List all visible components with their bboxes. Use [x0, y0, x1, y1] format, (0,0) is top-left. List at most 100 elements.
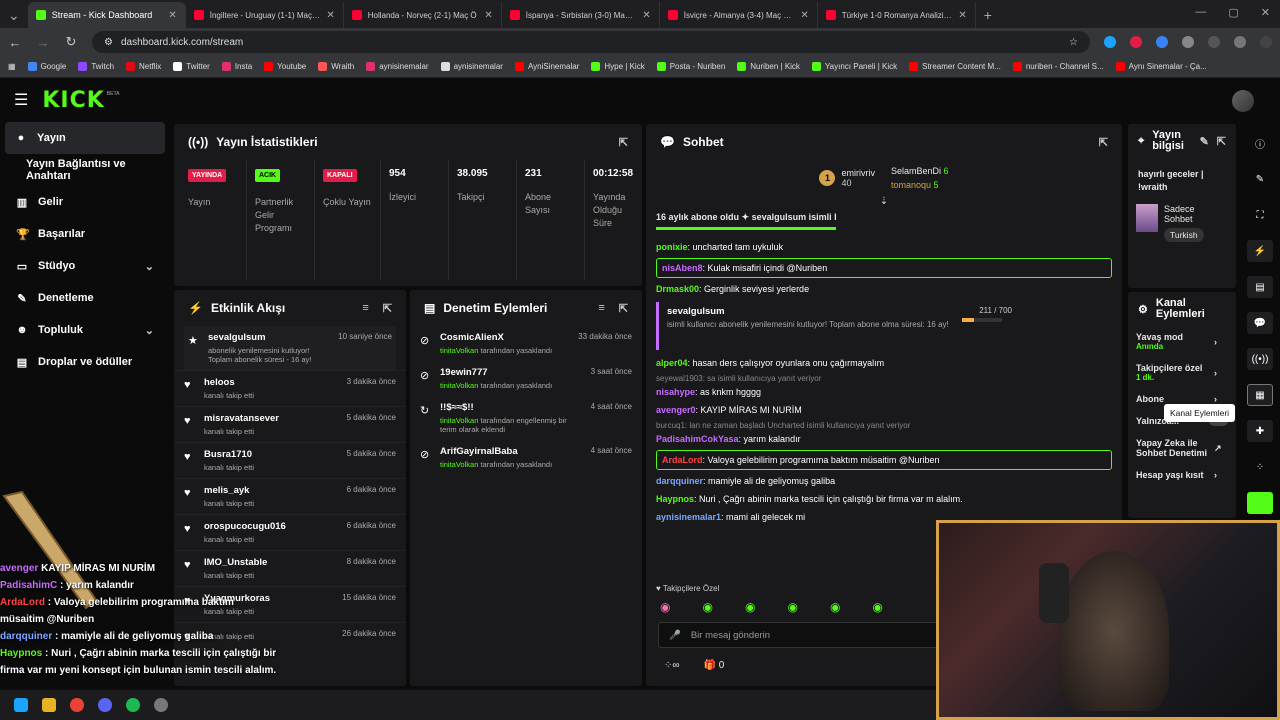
new-tab-button[interactable]: +	[976, 2, 1000, 28]
bookmark-item[interactable]: Twitch	[78, 62, 114, 71]
browser-tab[interactable]: Stream - Kick Dashboard ✕	[27, 2, 186, 28]
emote-icon[interactable]: ◉	[872, 600, 882, 614]
bookmark-item[interactable]: aynisinemalar	[366, 62, 429, 71]
gift-counter[interactable]: 🎁 0	[704, 660, 725, 671]
apps-icon[interactable]: ▦	[8, 62, 16, 71]
obs-icon[interactable]	[154, 698, 168, 712]
chevron-right-icon[interactable]: ›	[1214, 337, 1217, 347]
chevron-down-icon[interactable]: ⌄	[145, 260, 154, 273]
emote-icon[interactable]: ◉	[660, 600, 670, 614]
list-item[interactable]: ♥ melis_ayk kanalı takip etti 6 dakika önce	[174, 478, 406, 514]
bookmark-item[interactable]: Hype | Kick	[591, 62, 645, 71]
minimize-icon[interactable]: —	[1195, 6, 1206, 19]
filter-icon[interactable]: ≡	[362, 302, 368, 315]
expand-chevron-icon[interactable]: ⇣	[646, 196, 1122, 208]
chat-message[interactable]: Drmask00: Gerginlik seviyesi yerlerde	[646, 280, 1122, 298]
top-gifter-third[interactable]: tomanoqu 5	[891, 178, 949, 192]
chat-username[interactable]: nisahype	[656, 387, 695, 397]
chevron-right-icon[interactable]: ›	[1214, 394, 1217, 404]
bookmark-item[interactable]: Yayıncı Paneli | Kick	[811, 62, 897, 71]
channel-action-item[interactable]: Yavaş mod Anında ›	[1136, 326, 1228, 357]
channel-action-item[interactable]: Hesap yaşı kısıt ›	[1136, 464, 1228, 486]
kick-logo[interactable]: KICK	[42, 88, 104, 113]
close-tab-icon[interactable]: ✕	[484, 10, 492, 21]
profile-icon[interactable]	[1234, 36, 1246, 48]
popout-icon[interactable]: ⇱	[383, 302, 392, 315]
browser-tab[interactable]: Türkiye 1-0 Romanya Analizi - Y ✕	[818, 2, 976, 28]
bookmark-item[interactable]: nuriben - Channel S...	[1012, 62, 1104, 71]
bookmark-item[interactable]: Wraith	[318, 62, 354, 71]
close-tab-icon[interactable]: ✕	[326, 10, 334, 21]
filter-icon[interactable]: ≡	[598, 302, 604, 315]
list-item[interactable]: ⊘ CosmicAlienX tinitaVolkan tarafından yas…	[410, 326, 642, 361]
channel-action-item[interactable]: Takipçilere özel 1 dk. ›	[1136, 357, 1228, 388]
username[interactable]: sevalgulsum	[667, 306, 1104, 317]
popout-icon[interactable]: ⇱	[1099, 136, 1108, 149]
sidebar-item[interactable]: Yayın Bağlantısı ve Anahtarı	[0, 154, 170, 186]
broadcast-icon[interactable]: ((•))	[1247, 348, 1273, 370]
close-tab-icon[interactable]: ✕	[168, 10, 176, 21]
top-gifter-second[interactable]: SelamBenDi 6	[891, 164, 949, 178]
chat-username[interactable]: darqquiner	[656, 476, 703, 486]
bookmark-item[interactable]: Streamer Content M...	[909, 62, 1001, 71]
bookmark-item[interactable]: Youtube	[264, 62, 306, 71]
top-gifter-first[interactable]: 1 emirivriv 40	[819, 164, 875, 192]
add-widget-icon[interactable]	[1247, 492, 1273, 514]
menu-icon[interactable]	[1260, 36, 1272, 48]
chat-message[interactable]: Haypnos: Nuri , Çağrı abinin marka tesci…	[646, 490, 1122, 508]
emote-icon[interactable]: ◉	[702, 600, 712, 614]
list-item[interactable]: ↻ !!$≈≈$!! tinitaVolkan tarafından engelle…	[410, 396, 642, 440]
chat-username[interactable]: alper04	[656, 358, 688, 368]
popout-icon[interactable]: ⇱	[619, 302, 628, 315]
chat-username[interactable]: ArdaLord	[662, 455, 703, 465]
chat-username[interactable]: nisAben8	[662, 263, 703, 273]
chevron-down-icon[interactable]: ⌄	[145, 324, 154, 337]
chat-message[interactable]: alper04: hasan ders çalışıyor oyunlara o…	[646, 354, 1122, 372]
list-item[interactable]: ♥ orospucocugu016 kanalı takip etti 6 dakik…	[174, 514, 406, 550]
language-tag[interactable]: Turkish	[1164, 228, 1204, 242]
external-link-icon[interactable]: ↗	[1214, 443, 1222, 454]
close-tab-icon[interactable]: ✕	[800, 10, 808, 21]
bookmark-item[interactable]: Netflix	[126, 62, 161, 71]
chat-message[interactable]: PadisahimCokYasa: yarım kalandır	[646, 430, 1122, 448]
extension-icon[interactable]	[1156, 36, 1168, 48]
spotify-icon[interactable]	[126, 698, 140, 712]
list-item[interactable]: ♥ Busra1710 kanalı takip etti 5 dakika önce	[174, 442, 406, 478]
chevron-right-icon[interactable]: ›	[1214, 368, 1217, 378]
sidebar-item[interactable]: ▭ Stüdyo ⌄	[0, 250, 170, 282]
bookmark-star-icon[interactable]: ☆	[1069, 37, 1078, 48]
bookmark-item[interactable]: AyniSinemalar	[514, 62, 579, 71]
url-field[interactable]: ⚙ dashboard.kick.com/stream ☆	[92, 31, 1090, 53]
reload-icon[interactable]: ↻	[64, 34, 78, 50]
edit-icon[interactable]: ✎	[1200, 135, 1209, 148]
maximize-icon[interactable]: ▢	[1228, 6, 1238, 19]
chat-username[interactable]: avenger0	[656, 405, 696, 415]
discord-icon[interactable]	[98, 698, 112, 712]
reply-context[interactable]: burcuq1: lan ne zaman başladı Uncharted …	[646, 419, 1122, 430]
chat-message[interactable]: darqquiner: mamiyle ali de geliyomuş gal…	[646, 472, 1122, 490]
chat-icon[interactable]: 💬	[1247, 312, 1273, 334]
document-icon[interactable]: ▤	[1247, 276, 1273, 298]
close-window-icon[interactable]: ✕	[1261, 6, 1270, 19]
popout-icon[interactable]: ⇱	[1217, 135, 1226, 148]
bookmark-item[interactable]: Nuriben | Kick	[737, 62, 800, 71]
browser-tab[interactable]: İspanya - Sırbistan (3-0) Maç Ö ✕	[502, 2, 660, 28]
chat-message[interactable]: nisahype: as knkm hgggg	[646, 383, 1122, 401]
extension-icon[interactable]	[1104, 36, 1116, 48]
sidebar-item[interactable]: ▥ Gelir	[0, 186, 170, 218]
close-tab-icon[interactable]: ✕	[642, 10, 650, 21]
wrench-icon[interactable]: ✚	[1247, 420, 1273, 442]
microphone-icon[interactable]: 🎤	[669, 630, 681, 641]
chat-input[interactable]: 🎤 Bir mesaj gönderin	[658, 622, 958, 648]
chat-message[interactable]: nisAben8: Kulak misafiri içindi @Nuriben	[656, 258, 1112, 278]
list-item[interactable]: ♥ misravatansever kanalı takip etti 5 dakik…	[174, 406, 406, 442]
sidebar-item[interactable]: ● Yayın	[5, 122, 165, 154]
bolt-icon[interactable]: ⚡	[1247, 240, 1273, 262]
chevron-right-icon[interactable]: ›	[1214, 470, 1217, 480]
sidebar-item[interactable]: ▤ Droplar ve ödüller	[0, 346, 170, 378]
info-icon[interactable]: ⓘ	[1247, 132, 1273, 154]
file-explorer-icon[interactable]	[42, 698, 56, 712]
list-item[interactable]: ★ sevalgulsum abonelik yenilemesini kutluy…	[184, 326, 396, 370]
moderator-name[interactable]: tinitaVolkan	[440, 346, 478, 355]
extension-icon[interactable]	[1130, 36, 1142, 48]
